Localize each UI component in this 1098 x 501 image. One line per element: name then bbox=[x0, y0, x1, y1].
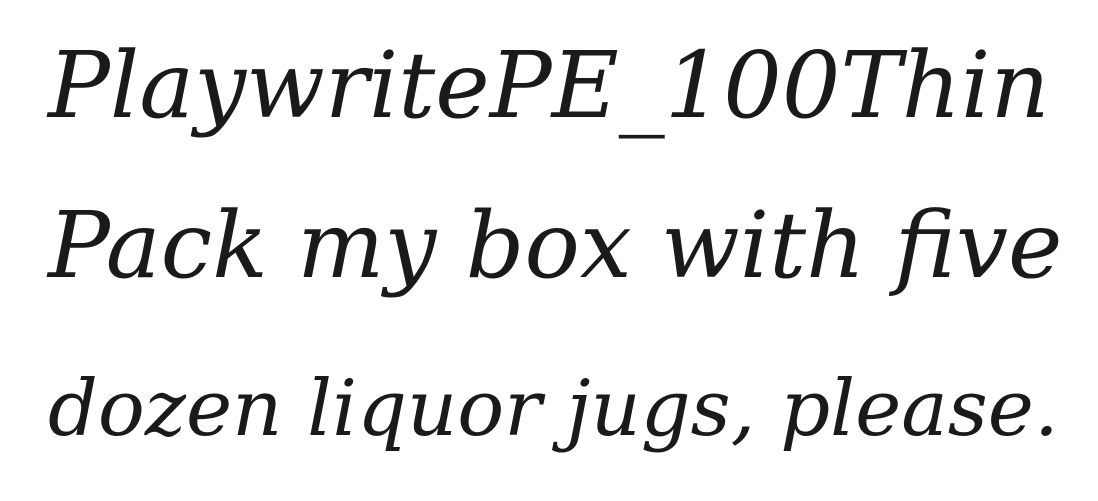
pangram-line-2: dozen liquor jugs, please. bbox=[48, 364, 1059, 454]
font-specimen-canvas: PlaywritePE_100Thin Pack my box with fiv… bbox=[0, 0, 1098, 501]
pangram-line-1: Pack my box with five bbox=[48, 192, 1063, 299]
font-name-heading: PlaywritePE_100Thin bbox=[48, 32, 1050, 139]
